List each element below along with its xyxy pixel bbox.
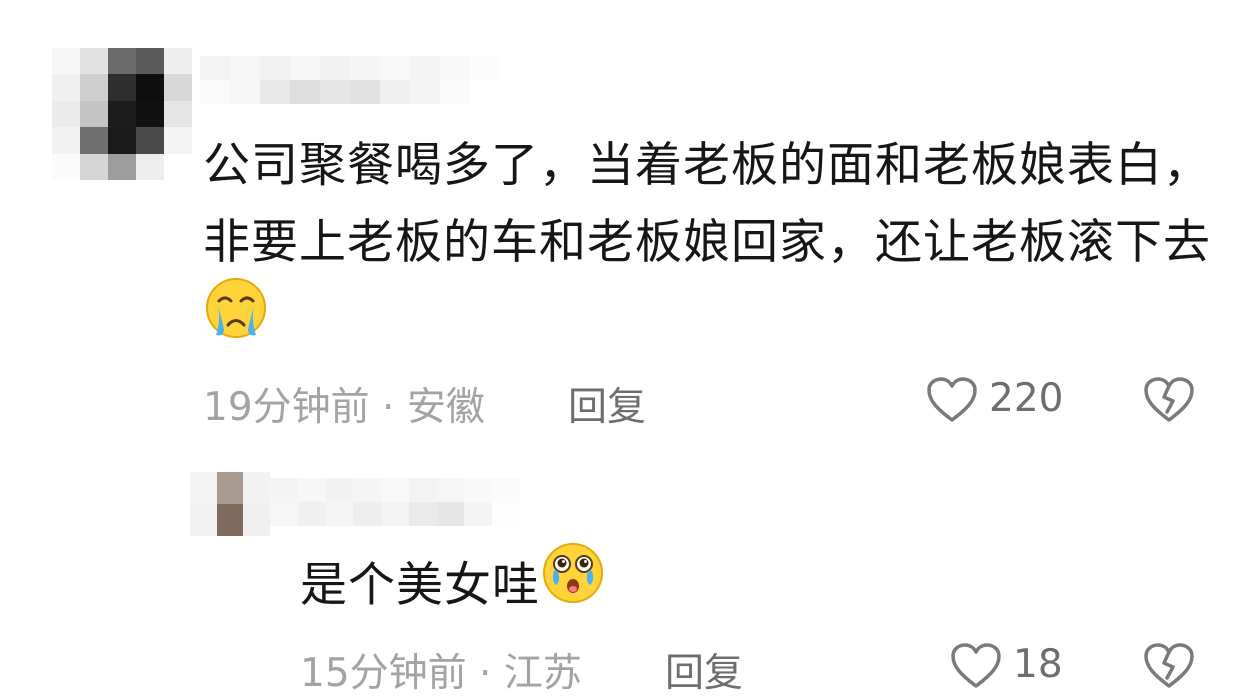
comment-meta: 19分钟前 · 安徽 [203,376,485,432]
reply-button[interactable]: 回复 [568,376,646,432]
location: 江苏 [503,651,582,696]
comment-text: 公司聚餐喝多了，当着老板的面和老板娘表白，非要上老板的车和老板娘回家，还让老板滚… [203,127,1223,366]
heart-outline-icon[interactable] [950,642,1002,694]
reply-button[interactable]: 回复 [665,642,743,696]
comment-meta: 15分钟前 · 江苏 [300,642,582,696]
meta-separator: · [479,651,492,696]
like-count: 220 [989,376,1064,421]
heart-outline-icon[interactable] [926,376,978,428]
crying-face-emoji [205,277,267,362]
broken-heart-outline-icon[interactable] [1143,376,1195,428]
avatar[interactable] [190,472,270,536]
like-count: 18 [1013,642,1063,687]
broken-heart-outline-icon[interactable] [1143,642,1195,694]
location: 安徽 [406,385,485,430]
timestamp: 15分钟前 [300,651,467,696]
meta-separator: · [382,385,395,430]
comment-text: 是个美女哇 [300,543,604,631]
comment-thread: 公司聚餐喝多了，当着老板的面和老板娘表白，非要上老板的车和老板娘回家，还让老板滚… [0,0,1260,696]
username-blurred[interactable] [200,56,500,104]
teary-eyed-face-emoji [542,542,604,627]
username-blurred[interactable] [270,478,520,526]
avatar[interactable] [52,48,192,180]
timestamp: 19分钟前 [203,385,370,430]
